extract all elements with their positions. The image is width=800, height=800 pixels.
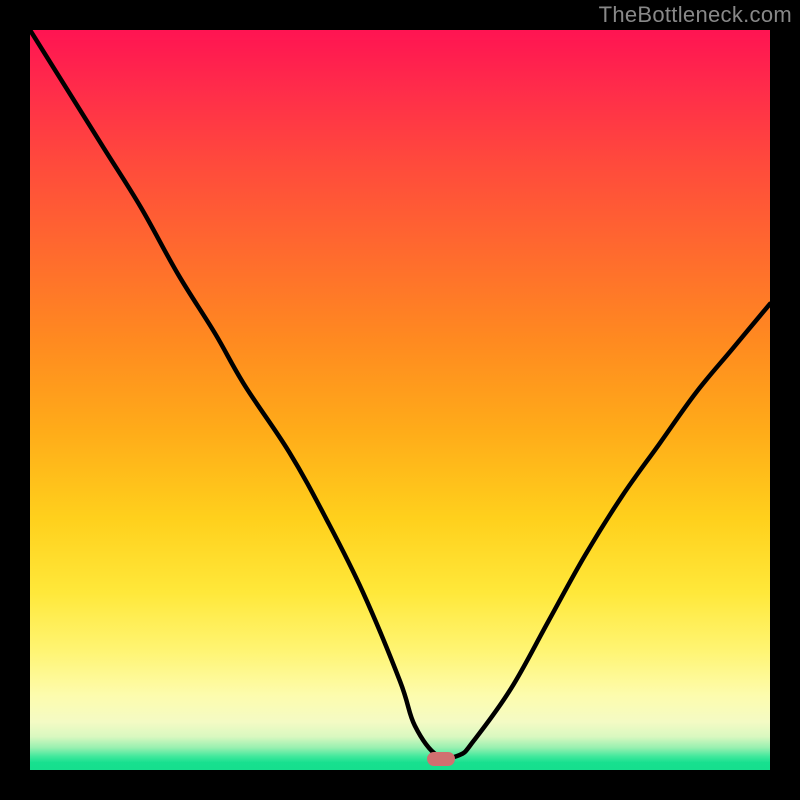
chart-frame: TheBottleneck.com	[0, 0, 800, 800]
bottleneck-curve	[30, 30, 770, 770]
plot-area	[30, 30, 770, 770]
optimum-marker	[427, 752, 455, 766]
watermark-text: TheBottleneck.com	[599, 2, 792, 28]
